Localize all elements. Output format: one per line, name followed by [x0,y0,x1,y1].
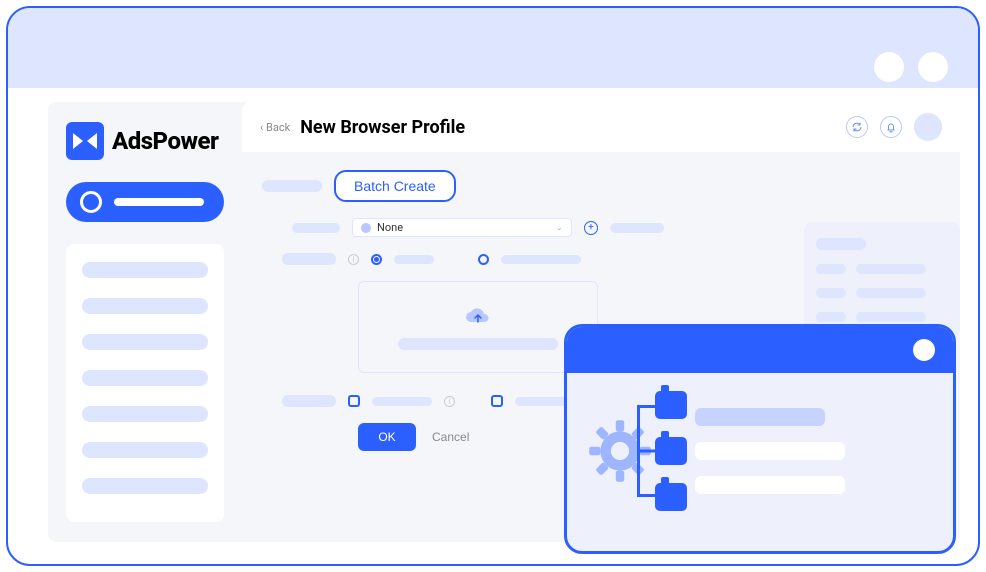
header-actions [846,113,942,141]
select-value: None [377,221,403,234]
mini-window-control[interactable] [913,339,935,361]
cancel-button[interactable]: Cancel [432,430,469,444]
form-label [282,395,336,407]
sidebar-item-active[interactable] [66,182,224,222]
radio-option-2[interactable] [478,254,489,265]
ok-button[interactable]: OK [358,423,416,451]
checkbox-label [372,397,432,406]
form-hint [610,223,664,233]
window-control-dot[interactable] [874,52,904,82]
radio-option-1[interactable] [371,254,382,265]
sidebar-item[interactable] [82,406,208,422]
brand-row: AdsPower [66,122,224,160]
tree-connector [637,405,655,497]
form-label [262,180,322,192]
window-titlebar [8,8,978,88]
logo-icon [66,122,104,160]
refresh-icon[interactable] [846,116,868,138]
list-item [695,408,825,426]
main-header: ‹ Back New Browser Profile [242,102,960,152]
window-controls [874,52,948,82]
profile-node [655,391,687,419]
chevron-down-icon: ⌄ [555,223,563,233]
bell-icon[interactable] [880,116,902,138]
form-label [292,223,340,233]
checkbox-option-2[interactable] [491,395,503,407]
sidebar-nav-list [66,244,224,522]
add-button[interactable]: + [584,221,598,235]
sidebar-item[interactable] [82,370,208,386]
list-item [695,476,845,494]
select-icon [361,223,371,233]
group-select[interactable]: None ⌄ [352,218,572,237]
cloud-upload-icon [464,304,492,326]
form-label [282,253,336,265]
side-panel [804,222,960,338]
page-title: New Browser Profile [300,117,465,138]
mini-window-body [567,373,953,529]
sidebar-item[interactable] [82,334,208,350]
nav-active-icon [80,191,102,213]
profile-node [655,483,687,511]
window-control-dot[interactable] [918,52,948,82]
info-icon[interactable]: i [444,396,455,407]
checkbox-option-1[interactable] [348,395,360,407]
avatar[interactable] [914,113,942,141]
batch-create-button[interactable]: Batch Create [334,170,456,202]
profile-list [695,408,935,494]
radio-label [394,255,434,264]
sidebar-item[interactable] [82,298,208,314]
radio-label [501,255,581,264]
brand-name: AdsPower [112,127,218,155]
info-icon[interactable]: i [348,254,359,265]
upload-hint [398,338,558,350]
sidebar: AdsPower [48,102,242,542]
side-panel-title [816,238,866,250]
sidebar-item[interactable] [82,262,208,278]
mini-window-overlay [564,324,956,554]
list-item [695,442,845,460]
file-upload-dropzone[interactable] [358,281,598,373]
checkbox-label [515,397,571,406]
back-link[interactable]: ‹ Back [260,121,290,134]
profile-tree [655,391,687,511]
mini-window-titlebar [567,327,953,373]
nav-active-label [114,198,204,206]
profile-node [655,437,687,465]
sidebar-item[interactable] [82,478,208,494]
sidebar-item[interactable] [82,442,208,458]
